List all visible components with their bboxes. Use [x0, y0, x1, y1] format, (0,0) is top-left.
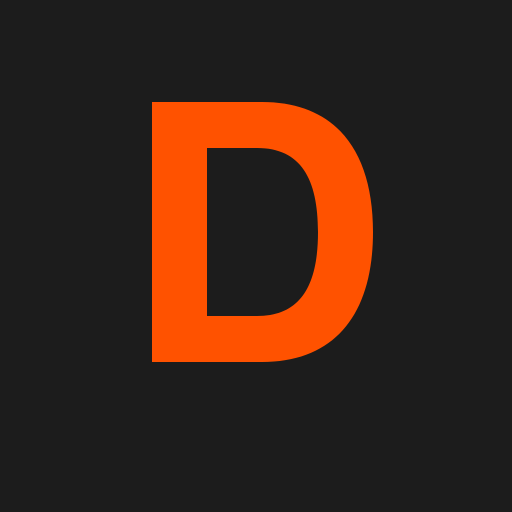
app-icon-tile	[0, 0, 512, 512]
letter-d-icon	[152, 102, 373, 362]
